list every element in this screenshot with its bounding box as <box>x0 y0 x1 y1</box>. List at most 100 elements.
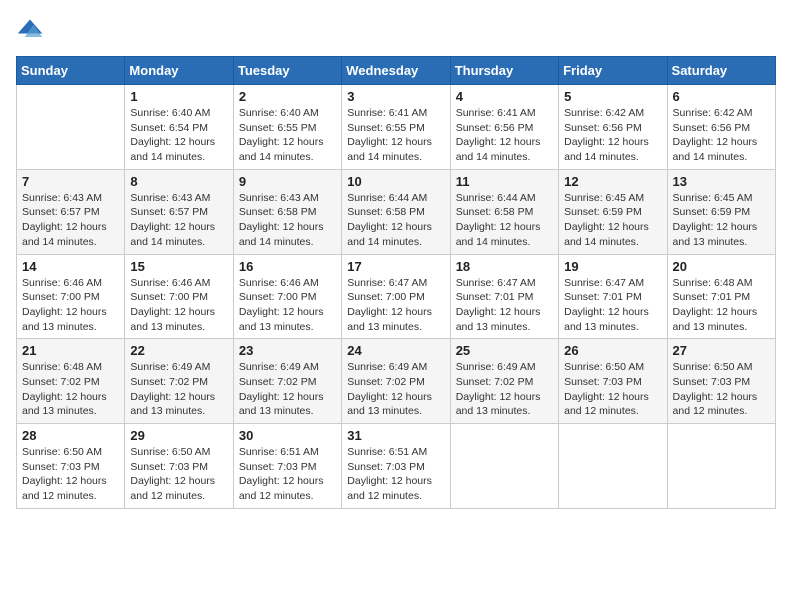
calendar-cell <box>450 424 558 509</box>
calendar-cell: 26 Sunrise: 6:50 AM Sunset: 7:03 PM Dayli… <box>559 339 667 424</box>
calendar-week-row: 21 Sunrise: 6:48 AM Sunset: 7:02 PM Dayli… <box>17 339 776 424</box>
calendar-cell: 27 Sunrise: 6:50 AM Sunset: 7:03 PM Dayli… <box>667 339 775 424</box>
day-info: Sunrise: 6:49 AM Sunset: 7:02 PM Dayligh… <box>456 360 553 419</box>
day-number: 20 <box>673 259 770 274</box>
calendar-cell: 16 Sunrise: 6:46 AM Sunset: 7:00 PM Dayli… <box>233 254 341 339</box>
day-info: Sunrise: 6:44 AM Sunset: 6:58 PM Dayligh… <box>456 191 553 250</box>
day-number: 29 <box>130 428 227 443</box>
day-number: 19 <box>564 259 661 274</box>
calendar-cell: 1 Sunrise: 6:40 AM Sunset: 6:54 PM Daylig… <box>125 85 233 170</box>
calendar-cell <box>17 85 125 170</box>
day-info: Sunrise: 6:50 AM Sunset: 7:03 PM Dayligh… <box>22 445 119 504</box>
day-number: 24 <box>347 343 444 358</box>
calendar-cell: 17 Sunrise: 6:47 AM Sunset: 7:00 PM Dayli… <box>342 254 450 339</box>
calendar-cell: 11 Sunrise: 6:44 AM Sunset: 6:58 PM Dayli… <box>450 169 558 254</box>
calendar-cell: 2 Sunrise: 6:40 AM Sunset: 6:55 PM Daylig… <box>233 85 341 170</box>
day-info: Sunrise: 6:49 AM Sunset: 7:02 PM Dayligh… <box>130 360 227 419</box>
day-info: Sunrise: 6:51 AM Sunset: 7:03 PM Dayligh… <box>239 445 336 504</box>
calendar-cell: 29 Sunrise: 6:50 AM Sunset: 7:03 PM Dayli… <box>125 424 233 509</box>
day-number: 22 <box>130 343 227 358</box>
day-info: Sunrise: 6:43 AM Sunset: 6:57 PM Dayligh… <box>130 191 227 250</box>
calendar-cell: 25Sunrise: 6:49 AM Sunset: 7:02 PM Dayli… <box>450 339 558 424</box>
day-number: 17 <box>347 259 444 274</box>
day-info: Sunrise: 6:45 AM Sunset: 6:59 PM Dayligh… <box>673 191 770 250</box>
day-info: Sunrise: 6:43 AM Sunset: 6:57 PM Dayligh… <box>22 191 119 250</box>
day-number: 1 <box>130 89 227 104</box>
day-info: Sunrise: 6:47 AM Sunset: 7:00 PM Dayligh… <box>347 276 444 335</box>
calendar-cell: 24 Sunrise: 6:49 AM Sunset: 7:02 PM Dayli… <box>342 339 450 424</box>
day-number: 18 <box>456 259 553 274</box>
day-info: Sunrise: 6:44 AM Sunset: 6:58 PM Dayligh… <box>347 191 444 250</box>
day-info: Sunrise: 6:49 AM Sunset: 7:02 PM Dayligh… <box>347 360 444 419</box>
calendar-cell: 7 Sunrise: 6:43 AM Sunset: 6:57 PM Daylig… <box>17 169 125 254</box>
weekday-header: Friday <box>559 57 667 85</box>
day-number: 11 <box>456 174 553 189</box>
page-header <box>16 16 776 44</box>
day-info: Sunrise: 6:49 AM Sunset: 7:02 PM Dayligh… <box>239 360 336 419</box>
day-info: Sunrise: 6:43 AM Sunset: 6:58 PM Dayligh… <box>239 191 336 250</box>
day-info: Sunrise: 6:47 AM Sunset: 7:01 PM Dayligh… <box>456 276 553 335</box>
weekday-header: Tuesday <box>233 57 341 85</box>
day-number: 4 <box>456 89 553 104</box>
day-number: 26 <box>564 343 661 358</box>
calendar-week-row: 14 Sunrise: 6:46 AM Sunset: 7:00 PM Dayli… <box>17 254 776 339</box>
day-info: Sunrise: 6:50 AM Sunset: 7:03 PM Dayligh… <box>673 360 770 419</box>
day-number: 6 <box>673 89 770 104</box>
calendar-cell: 6 Sunrise: 6:42 AM Sunset: 6:56 PM Daylig… <box>667 85 775 170</box>
day-info: Sunrise: 6:47 AM Sunset: 7:01 PM Dayligh… <box>564 276 661 335</box>
day-number: 3 <box>347 89 444 104</box>
day-info: Sunrise: 6:45 AM Sunset: 6:59 PM Dayligh… <box>564 191 661 250</box>
day-number: 2 <box>239 89 336 104</box>
day-number: 13 <box>673 174 770 189</box>
day-number: 30 <box>239 428 336 443</box>
day-info: Sunrise: 6:48 AM Sunset: 7:01 PM Dayligh… <box>673 276 770 335</box>
logo <box>16 16 48 44</box>
day-number: 28 <box>22 428 119 443</box>
weekday-header: Sunday <box>17 57 125 85</box>
calendar-cell: 4 Sunrise: 6:41 AM Sunset: 6:56 PM Daylig… <box>450 85 558 170</box>
calendar-cell: 21 Sunrise: 6:48 AM Sunset: 7:02 PM Dayli… <box>17 339 125 424</box>
day-number: 7 <box>22 174 119 189</box>
day-info: Sunrise: 6:46 AM Sunset: 7:00 PM Dayligh… <box>239 276 336 335</box>
day-number: 21 <box>22 343 119 358</box>
day-info: Sunrise: 6:46 AM Sunset: 7:00 PM Dayligh… <box>130 276 227 335</box>
day-info: Sunrise: 6:42 AM Sunset: 6:56 PM Dayligh… <box>564 106 661 165</box>
header-row: SundayMondayTuesdayWednesdayThursdayFrid… <box>17 57 776 85</box>
calendar-cell: 20 Sunrise: 6:48 AM Sunset: 7:01 PM Dayli… <box>667 254 775 339</box>
calendar-cell: 28 Sunrise: 6:50 AM Sunset: 7:03 PM Dayli… <box>17 424 125 509</box>
day-number: 8 <box>130 174 227 189</box>
calendar-cell: 13 Sunrise: 6:45 AM Sunset: 6:59 PM Dayli… <box>667 169 775 254</box>
calendar-cell: 9 Sunrise: 6:43 AM Sunset: 6:58 PM Daylig… <box>233 169 341 254</box>
day-info: Sunrise: 6:50 AM Sunset: 7:03 PM Dayligh… <box>564 360 661 419</box>
day-info: Sunrise: 6:41 AM Sunset: 6:55 PM Dayligh… <box>347 106 444 165</box>
calendar-cell: 8 Sunrise: 6:43 AM Sunset: 6:57 PM Daylig… <box>125 169 233 254</box>
day-info: Sunrise: 6:40 AM Sunset: 6:54 PM Dayligh… <box>130 106 227 165</box>
day-number: 27 <box>673 343 770 358</box>
calendar-week-row: 28 Sunrise: 6:50 AM Sunset: 7:03 PM Dayli… <box>17 424 776 509</box>
calendar-table: SundayMondayTuesdayWednesdayThursdayFrid… <box>16 56 776 509</box>
calendar-cell: 30 Sunrise: 6:51 AM Sunset: 7:03 PM Dayli… <box>233 424 341 509</box>
day-info: Sunrise: 6:51 AM Sunset: 7:03 PM Dayligh… <box>347 445 444 504</box>
day-info: Sunrise: 6:46 AM Sunset: 7:00 PM Dayligh… <box>22 276 119 335</box>
calendar-cell: 15Sunrise: 6:46 AM Sunset: 7:00 PM Dayli… <box>125 254 233 339</box>
day-info: Sunrise: 6:40 AM Sunset: 6:55 PM Dayligh… <box>239 106 336 165</box>
calendar-cell: 14 Sunrise: 6:46 AM Sunset: 7:00 PM Dayli… <box>17 254 125 339</box>
calendar-cell <box>559 424 667 509</box>
calendar-cell: 3 Sunrise: 6:41 AM Sunset: 6:55 PM Daylig… <box>342 85 450 170</box>
weekday-header: Monday <box>125 57 233 85</box>
calendar-week-row: 7 Sunrise: 6:43 AM Sunset: 6:57 PM Daylig… <box>17 169 776 254</box>
logo-icon <box>16 16 44 44</box>
day-number: 16 <box>239 259 336 274</box>
day-number: 12 <box>564 174 661 189</box>
day-info: Sunrise: 6:42 AM Sunset: 6:56 PM Dayligh… <box>673 106 770 165</box>
day-info: Sunrise: 6:41 AM Sunset: 6:56 PM Dayligh… <box>456 106 553 165</box>
calendar-cell: 31Sunrise: 6:51 AM Sunset: 7:03 PM Dayli… <box>342 424 450 509</box>
day-info: Sunrise: 6:50 AM Sunset: 7:03 PM Dayligh… <box>130 445 227 504</box>
weekday-header: Wednesday <box>342 57 450 85</box>
day-number: 23 <box>239 343 336 358</box>
day-number: 9 <box>239 174 336 189</box>
day-info: Sunrise: 6:48 AM Sunset: 7:02 PM Dayligh… <box>22 360 119 419</box>
calendar-cell <box>667 424 775 509</box>
day-number: 14 <box>22 259 119 274</box>
calendar-cell: 5Sunrise: 6:42 AM Sunset: 6:56 PM Daylig… <box>559 85 667 170</box>
